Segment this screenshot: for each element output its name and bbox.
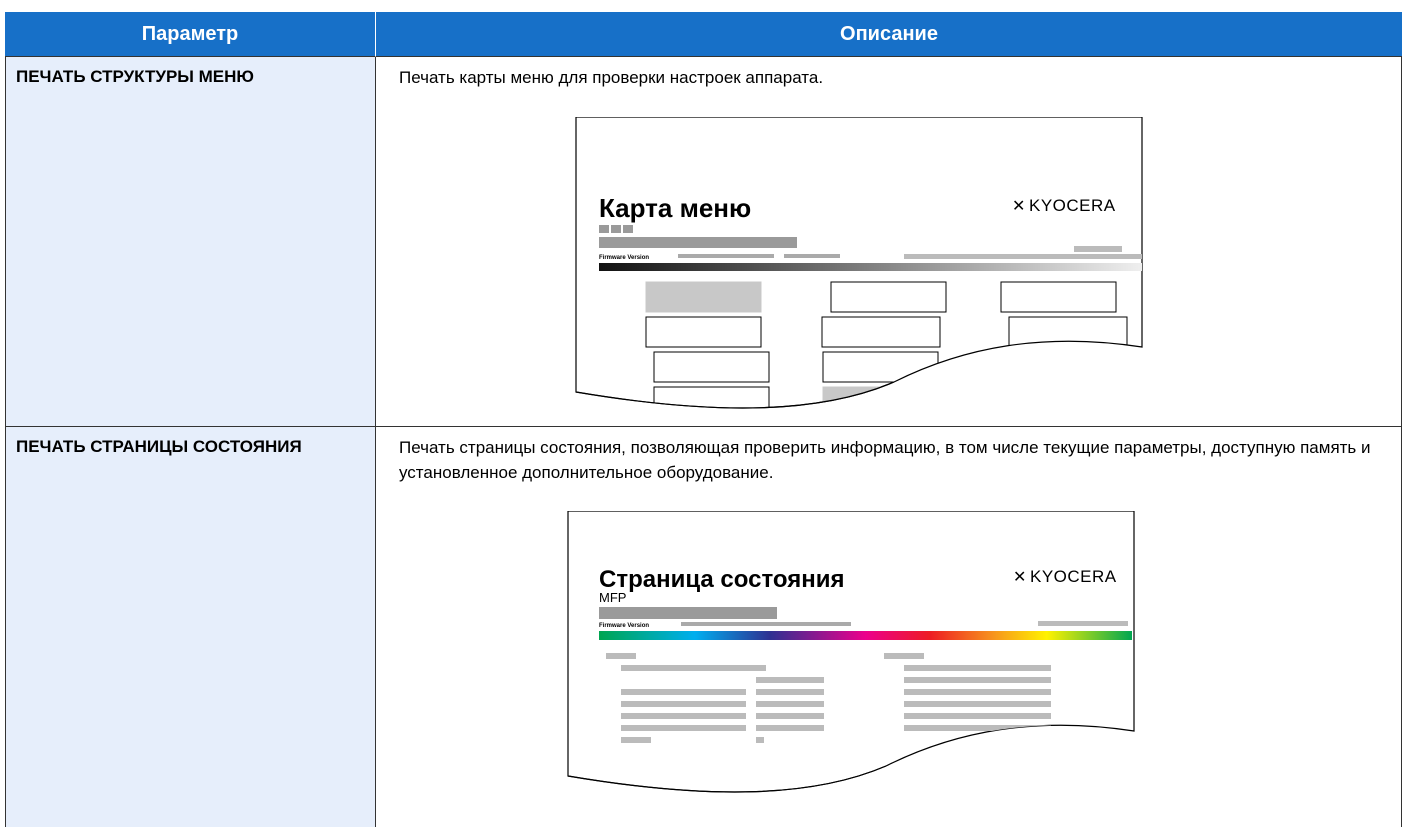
- menu-map-illustration: Карта меню ✕ KYOCERA Firmware Version: [574, 117, 1154, 417]
- status-page-illustration: Страница состояния MFP ✕ KYOCERA Firmwar…: [566, 511, 1146, 811]
- header-parameter: Параметр: [5, 12, 376, 57]
- status-page-subtitle: MFP: [599, 590, 626, 605]
- param-cell-status-page: ПЕЧАТЬ СТРАНИЦЫ СОСТОЯНИЯ: [5, 427, 376, 827]
- svg-text:✕: ✕: [1013, 569, 1026, 586]
- desc-text: Печать страницы состояния, позволяющая п…: [399, 438, 1371, 482]
- header-description: Описание: [376, 12, 1402, 57]
- svg-text:KYOCERA: KYOCERA: [1029, 196, 1116, 215]
- svg-text:KYOCERA: KYOCERA: [1030, 567, 1117, 586]
- param-label: ПЕЧАТЬ СТРАНИЦЫ СОСТОЯНИЯ: [16, 437, 302, 456]
- desc-cell-menu-map: Печать карты меню для проверки настроек …: [376, 57, 1402, 427]
- gray-gradient-bar: [599, 263, 1142, 271]
- desc-cell-status-page: Печать страницы состояния, позволяющая п…: [376, 427, 1402, 827]
- parameter-table: Параметр Описание ПЕЧАТЬ СТРУКТУРЫ МЕНЮ …: [5, 12, 1402, 827]
- fw-label: Firmware Version: [599, 623, 649, 629]
- fw-label: Firmware Version: [599, 255, 649, 261]
- color-gradient-bar: [599, 631, 1132, 640]
- param-cell-menu-map: ПЕЧАТЬ СТРУКТУРЫ МЕНЮ: [5, 57, 376, 427]
- status-page-title: Страница состояния: [599, 566, 844, 593]
- svg-text:✕: ✕: [1012, 198, 1025, 215]
- menu-map-title: Карта меню: [599, 193, 751, 223]
- desc-text: Печать карты меню для проверки настроек …: [399, 68, 824, 87]
- param-label: ПЕЧАТЬ СТРУКТУРЫ МЕНЮ: [16, 67, 254, 86]
